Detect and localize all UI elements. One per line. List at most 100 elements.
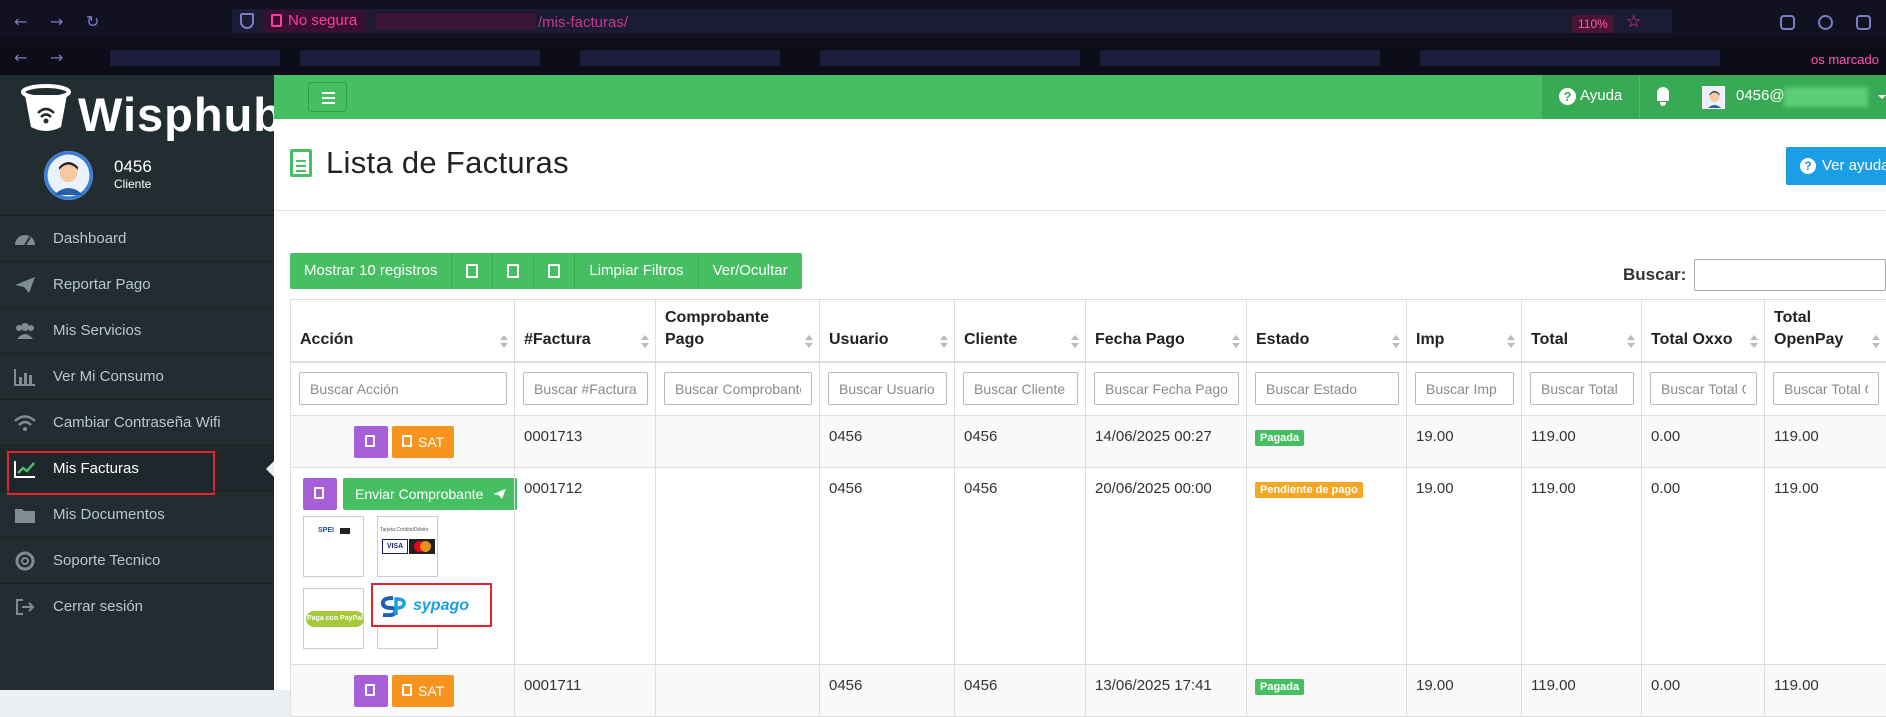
show-records-button[interactable]: Mostrar 10 registros [290, 253, 453, 289]
filter-input-estado[interactable] [1255, 372, 1399, 405]
sidebar-toggle-button[interactable] [308, 82, 347, 112]
filter-input-factura[interactable] [523, 372, 648, 405]
reload-icon[interactable]: ↻ [86, 12, 99, 31]
filter-input-accion[interactable] [299, 372, 507, 405]
pocket-icon[interactable] [1780, 15, 1795, 30]
sort-icon[interactable] [500, 335, 508, 349]
sidebar-item-mis-facturas[interactable]: Mis Facturas [0, 445, 274, 495]
sort-icon[interactable] [1872, 335, 1880, 349]
other-bookmarks[interactable]: os marcado [1811, 52, 1879, 67]
sat-button[interactable]: SAT [392, 675, 455, 707]
column-header-total-openpay[interactable]: Total OpenPay [1764, 300, 1886, 363]
openpay-cell: 119.00 [1764, 468, 1886, 664]
column-header-label: Comprobante Pago [665, 309, 769, 348]
sort-icon[interactable] [1750, 335, 1758, 349]
bookmark-item[interactable] [110, 50, 280, 66]
account-icon[interactable] [1818, 15, 1833, 30]
notifications-button[interactable] [1640, 75, 1686, 119]
security-indicator[interactable]: No segura [264, 10, 366, 32]
sidebar-item-mis-servicios[interactable]: Mis Servicios [0, 307, 274, 353]
bookmark-item[interactable] [1420, 50, 1720, 66]
excel-button[interactable] [493, 253, 535, 289]
sidebar-item-dashboard[interactable]: Dashboard [0, 215, 274, 261]
paypal-payment-option[interactable]: Paga con PayPal [303, 588, 364, 649]
filter-input-total-oxxo[interactable] [1650, 372, 1757, 405]
column-header-label: Imp [1416, 331, 1445, 348]
file-icon [365, 435, 375, 447]
sidebar-item-soporte-tecnico[interactable]: Soporte Tecnico [0, 537, 274, 583]
sort-icon[interactable] [1392, 335, 1400, 349]
column-header-cliente[interactable]: Cliente [954, 300, 1085, 363]
column-header-usuario[interactable]: Usuario [819, 300, 954, 363]
view-invoice-button[interactable] [354, 426, 388, 458]
usuario-cell: 0456 [819, 665, 954, 716]
dashboard-icon [15, 235, 35, 246]
view-invoice-button[interactable] [354, 675, 388, 707]
column-header-fecha-pago[interactable]: Fecha Pago [1085, 300, 1246, 363]
forward-icon[interactable]: → [50, 12, 63, 31]
sort-icon[interactable] [805, 335, 813, 349]
hamburger-icon [322, 92, 335, 94]
filter-input-total[interactable] [1530, 372, 1634, 405]
filter-input-usuario[interactable] [828, 372, 947, 405]
pdf-button[interactable] [534, 253, 576, 289]
help-button[interactable]: ? Ayuda [1542, 75, 1639, 119]
filter-input-cliente[interactable] [963, 372, 1078, 405]
sort-icon[interactable] [1507, 335, 1515, 349]
sort-icon[interactable] [940, 335, 948, 349]
column-header-total-oxxo[interactable]: Total Oxxo [1641, 300, 1764, 363]
sidebar-item-reportar-pago[interactable]: Reportar Pago [0, 261, 274, 307]
spei-payment-option[interactable]: SPEI [303, 516, 364, 577]
filter-input-total-openpay[interactable] [1773, 372, 1879, 405]
filter-input-fecha-pago[interactable] [1094, 372, 1239, 405]
filter-input-comprobante-pago[interactable] [664, 372, 812, 405]
sidebar-item-label: Reportar Pago [53, 276, 151, 293]
bookmark-item[interactable] [580, 50, 780, 66]
sort-icon[interactable] [641, 335, 649, 349]
sidebar-item-cerrar-sesion[interactable]: Cerrar sesión [0, 583, 274, 629]
shield-icon[interactable] [240, 13, 254, 29]
user-menu-button[interactable]: 0456@ [1686, 75, 1886, 119]
filter-input-imp[interactable] [1415, 372, 1514, 405]
sidebar-item-mis-documentos[interactable]: Mis Documentos [0, 491, 274, 537]
bookmark-item[interactable] [1100, 50, 1380, 66]
copy-button[interactable] [452, 253, 494, 289]
table-row: Enviar Comprobante SPEI Tarjeta Crédito/… [290, 468, 1886, 665]
column-header-comprobante-pago[interactable]: Comprobante Pago [655, 300, 819, 363]
card-payment-option[interactable]: Tarjeta Crédito/Débito VISA [377, 516, 438, 577]
total-value: 119.00 [1531, 428, 1576, 445]
sypago-payment-option[interactable]: sypago [371, 583, 492, 627]
column-header-label: Acción [300, 331, 354, 348]
sort-icon[interactable] [1071, 335, 1079, 349]
caret-down-icon[interactable] [1878, 95, 1886, 99]
url-path[interactable]: /mis-facturas/ [538, 14, 628, 31]
ver-ayuda-button[interactable]: ? Ver ayuda [1786, 147, 1886, 185]
sidebar-item-cambiar-contrasena-wifi[interactable]: Cambiar Contraseña Wifi [0, 399, 274, 445]
comprobante-cell [655, 416, 819, 467]
send-receipt-button[interactable]: Enviar Comprobante [343, 478, 518, 510]
sat-button[interactable]: SAT [392, 426, 455, 458]
ver-ayuda-label: Ver ayuda [1822, 157, 1886, 174]
bookmark-item[interactable] [300, 50, 540, 66]
sidebar-item-ver-mi-consumo[interactable]: Ver Mi Consumo [0, 353, 274, 399]
imp-value: 19.00 [1416, 428, 1454, 445]
sat-label: SAT [418, 683, 445, 699]
total-value: 119.00 [1531, 480, 1576, 497]
sort-icon[interactable] [1232, 335, 1240, 349]
zoom-level[interactable]: 110% [1572, 15, 1614, 33]
bookmark-star-icon[interactable]: ☆ [1626, 12, 1641, 32]
sort-icon[interactable] [1627, 335, 1635, 349]
clear-filters-button[interactable]: Limpiar Filtros [575, 253, 699, 289]
avatar [44, 151, 93, 200]
view-invoice-button[interactable] [303, 478, 337, 510]
column-header-imp[interactable]: Imp [1406, 300, 1521, 363]
column-header-total[interactable]: Total [1521, 300, 1641, 363]
column-header-factura[interactable]: #Factura [514, 300, 655, 363]
search-input[interactable] [1694, 259, 1886, 291]
back-icon[interactable]: ← [14, 12, 27, 31]
column-visibility-button[interactable]: Ver/Ocultar [698, 253, 802, 289]
column-header-accion[interactable]: Acción [290, 300, 514, 363]
extensions-icon[interactable] [1856, 15, 1871, 30]
bookmark-item[interactable] [820, 50, 1080, 66]
column-header-estado[interactable]: Estado [1246, 300, 1406, 363]
